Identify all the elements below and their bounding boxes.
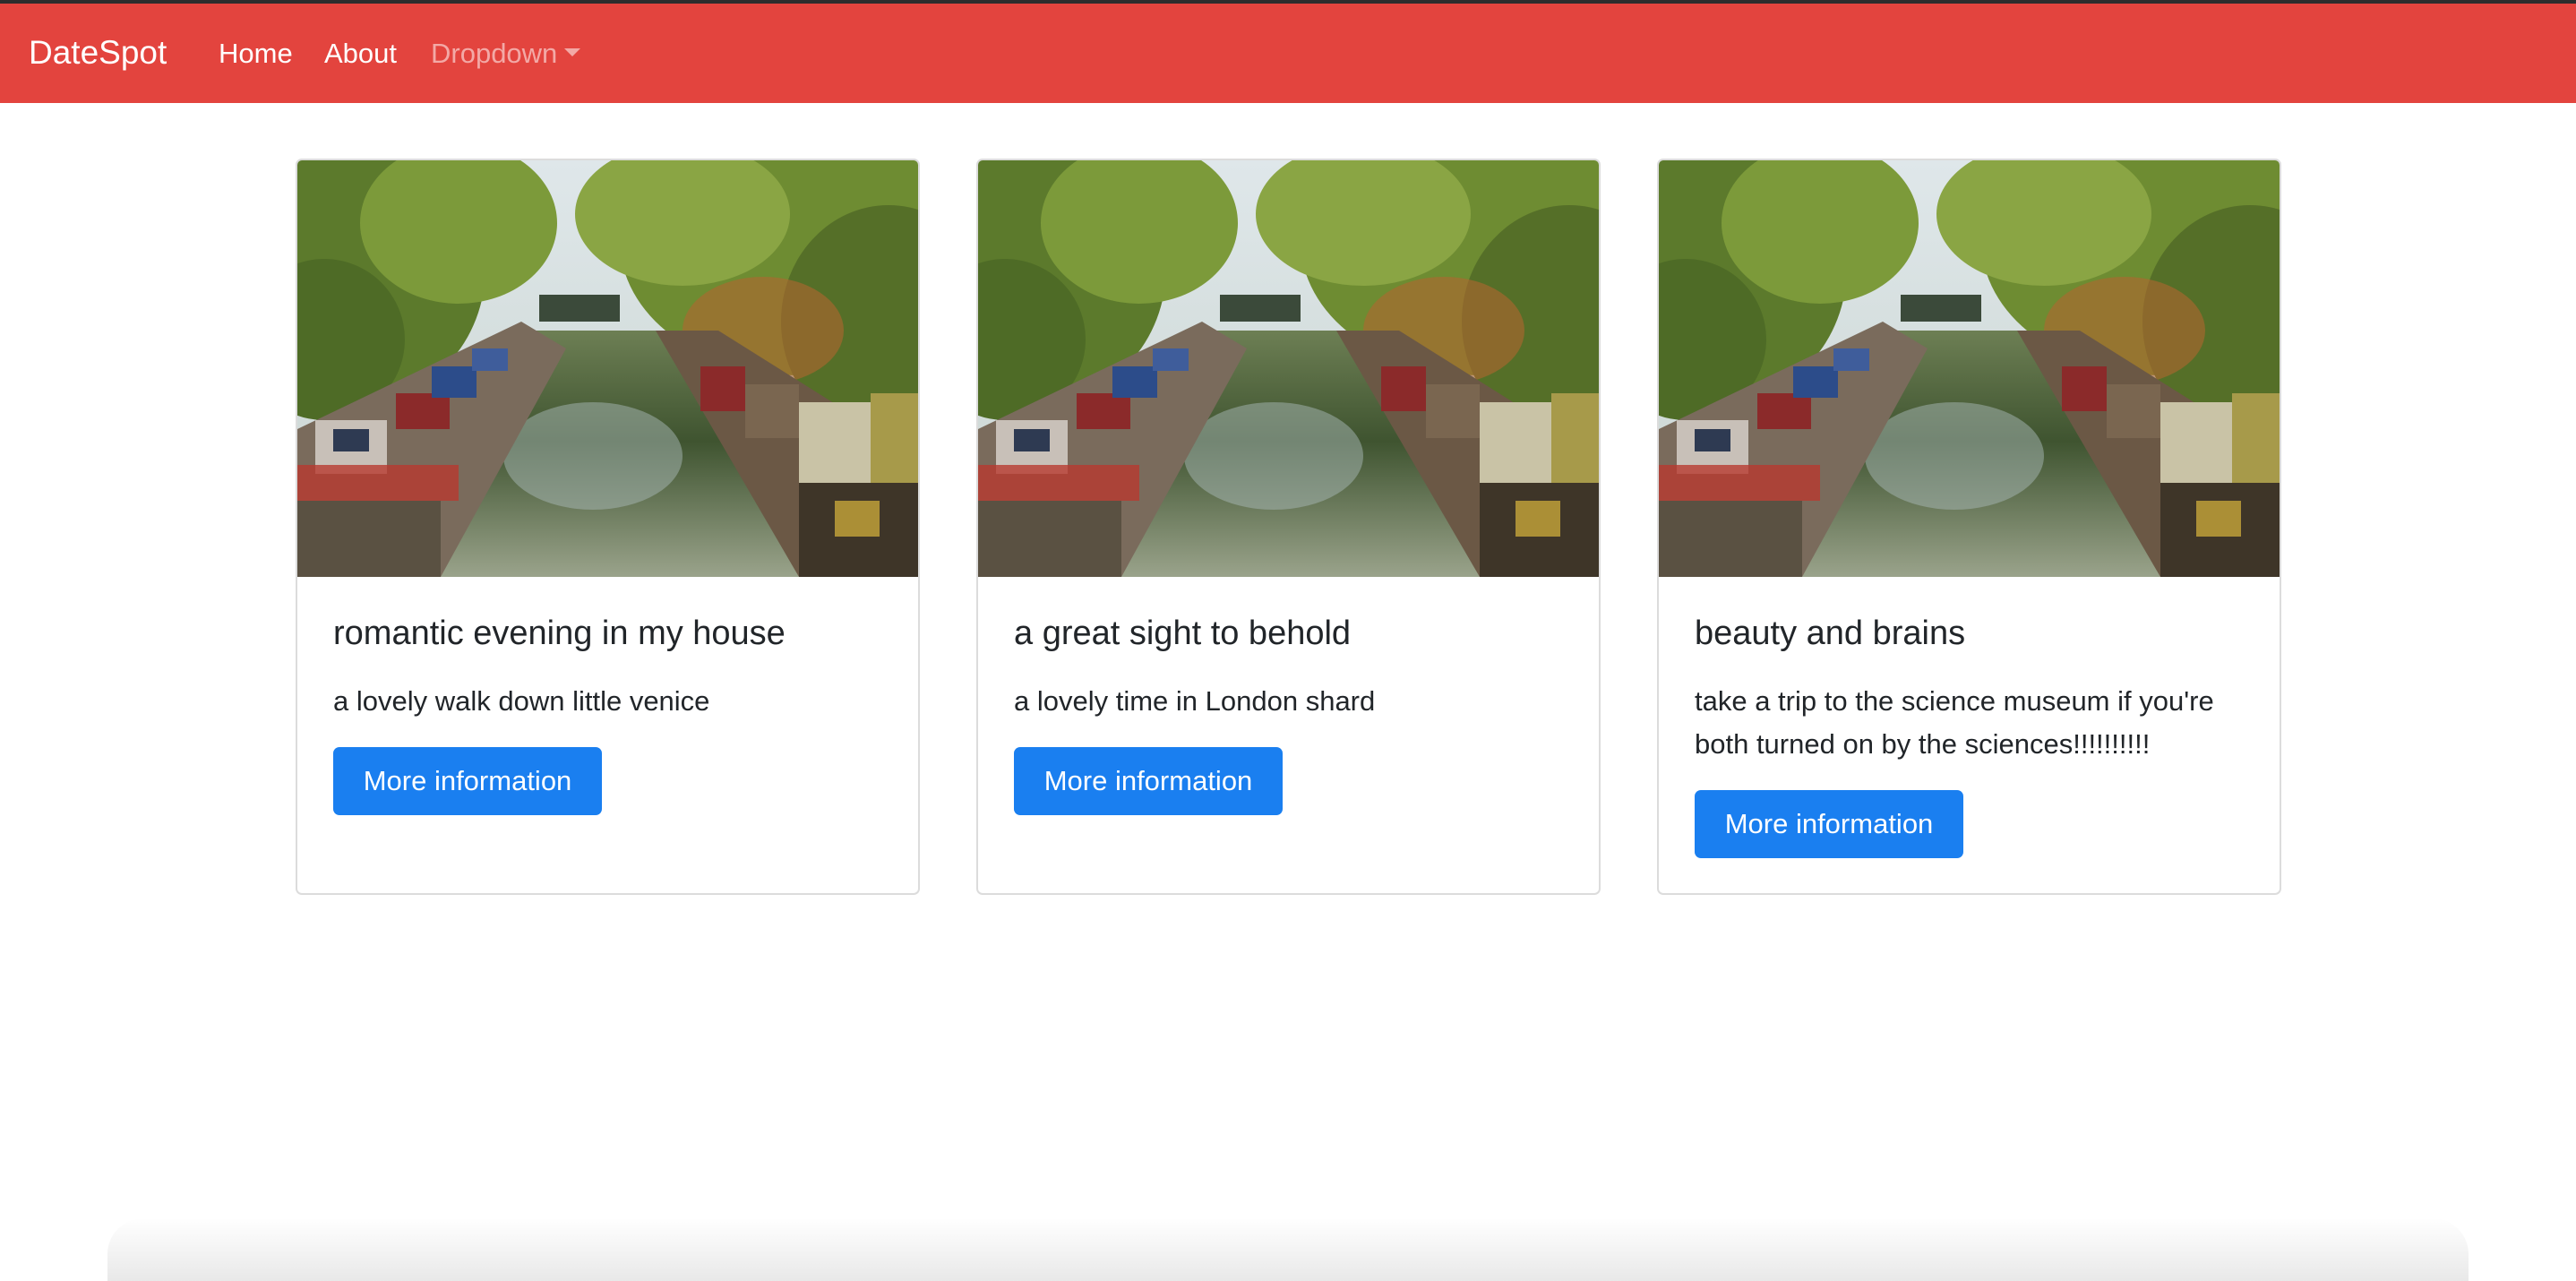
more-information-button[interactable]: More information <box>1014 747 1283 815</box>
card-image-canal <box>978 160 1599 577</box>
nav-link-about[interactable]: About <box>324 38 397 70</box>
card-title: beauty and brains <box>1695 615 1966 652</box>
card-beauty-and-brains: beauty and brains take a trip to the sci… <box>1657 159 2281 895</box>
bottom-shadow-edge <box>107 1218 2469 1281</box>
card-text: take a trip to the science museum if you… <box>1695 685 2214 760</box>
nav-dropdown-label: Dropdown <box>431 38 558 69</box>
card-text: a lovely time in London shard <box>1014 685 1376 717</box>
card-romantic-evening: romantic evening in my house a lovely wa… <box>296 159 920 895</box>
card-great-sight: a great sight to behold a lovely time in… <box>976 159 1601 895</box>
caret-down-icon <box>564 47 581 56</box>
top-navbar: DateSpot Home About Dropdown <box>0 4 2576 103</box>
more-information-button[interactable]: More information <box>1695 790 1963 858</box>
card-title: romantic evening in my house <box>333 615 786 652</box>
card-title: a great sight to behold <box>1014 615 1352 652</box>
card-text: a lovely walk down little venice <box>333 685 710 717</box>
nav-dropdown-toggle[interactable]: Dropdown <box>431 38 581 70</box>
brand-link[interactable]: DateSpot <box>29 33 167 73</box>
card-image-canal <box>1659 160 2280 577</box>
more-information-button[interactable]: More information <box>333 747 602 815</box>
nav-link-home[interactable]: Home <box>219 38 293 70</box>
card-image-canal <box>297 160 918 577</box>
